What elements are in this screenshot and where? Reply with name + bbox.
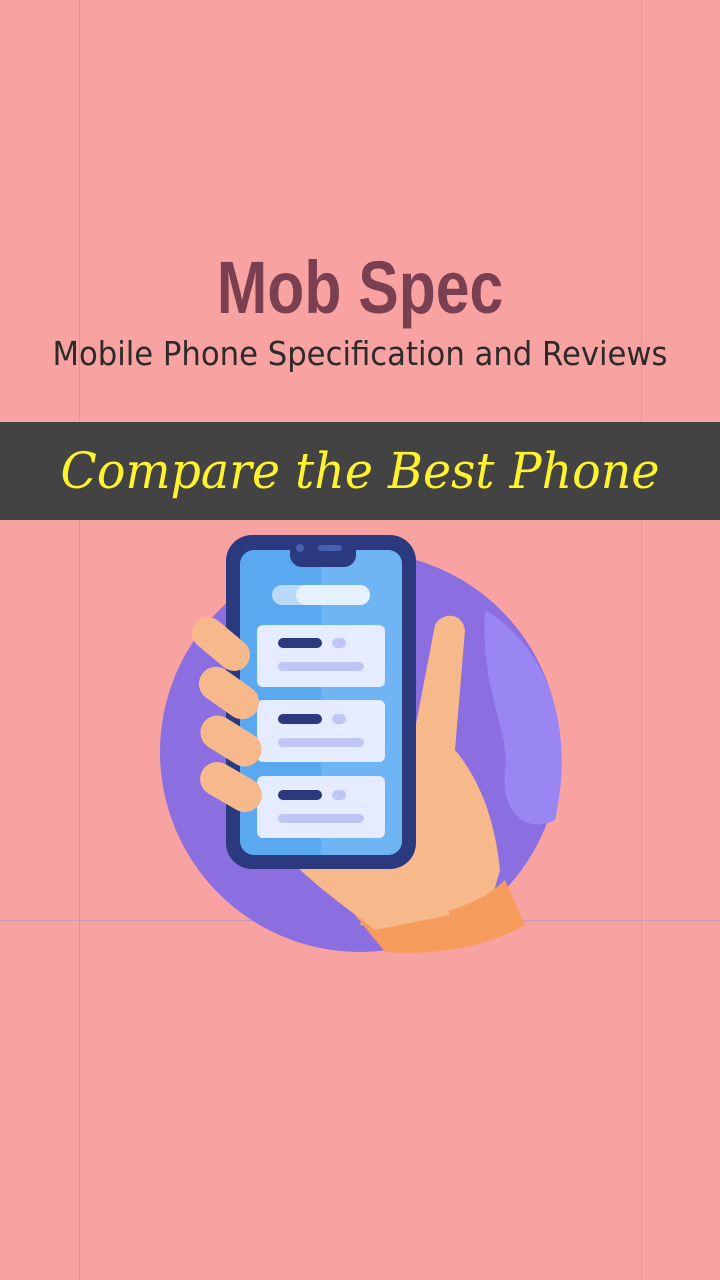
phone-card	[257, 776, 385, 838]
splash-screen: Mob Spec Mobile Phone Specification and …	[0, 0, 720, 1280]
app-subtitle: Mobile Phone Specification and Reviews	[52, 334, 668, 373]
phone-card	[257, 625, 385, 687]
layout-guide-line	[79, 0, 80, 1280]
layout-guide-line	[641, 0, 642, 1280]
banner: Compare the Best Phone	[0, 422, 720, 520]
phone-card	[257, 700, 385, 762]
app-title: Mob Spec	[216, 246, 504, 329]
banner-text: Compare the Best Phone	[60, 442, 660, 500]
hand-holding-phone-icon	[150, 530, 570, 960]
